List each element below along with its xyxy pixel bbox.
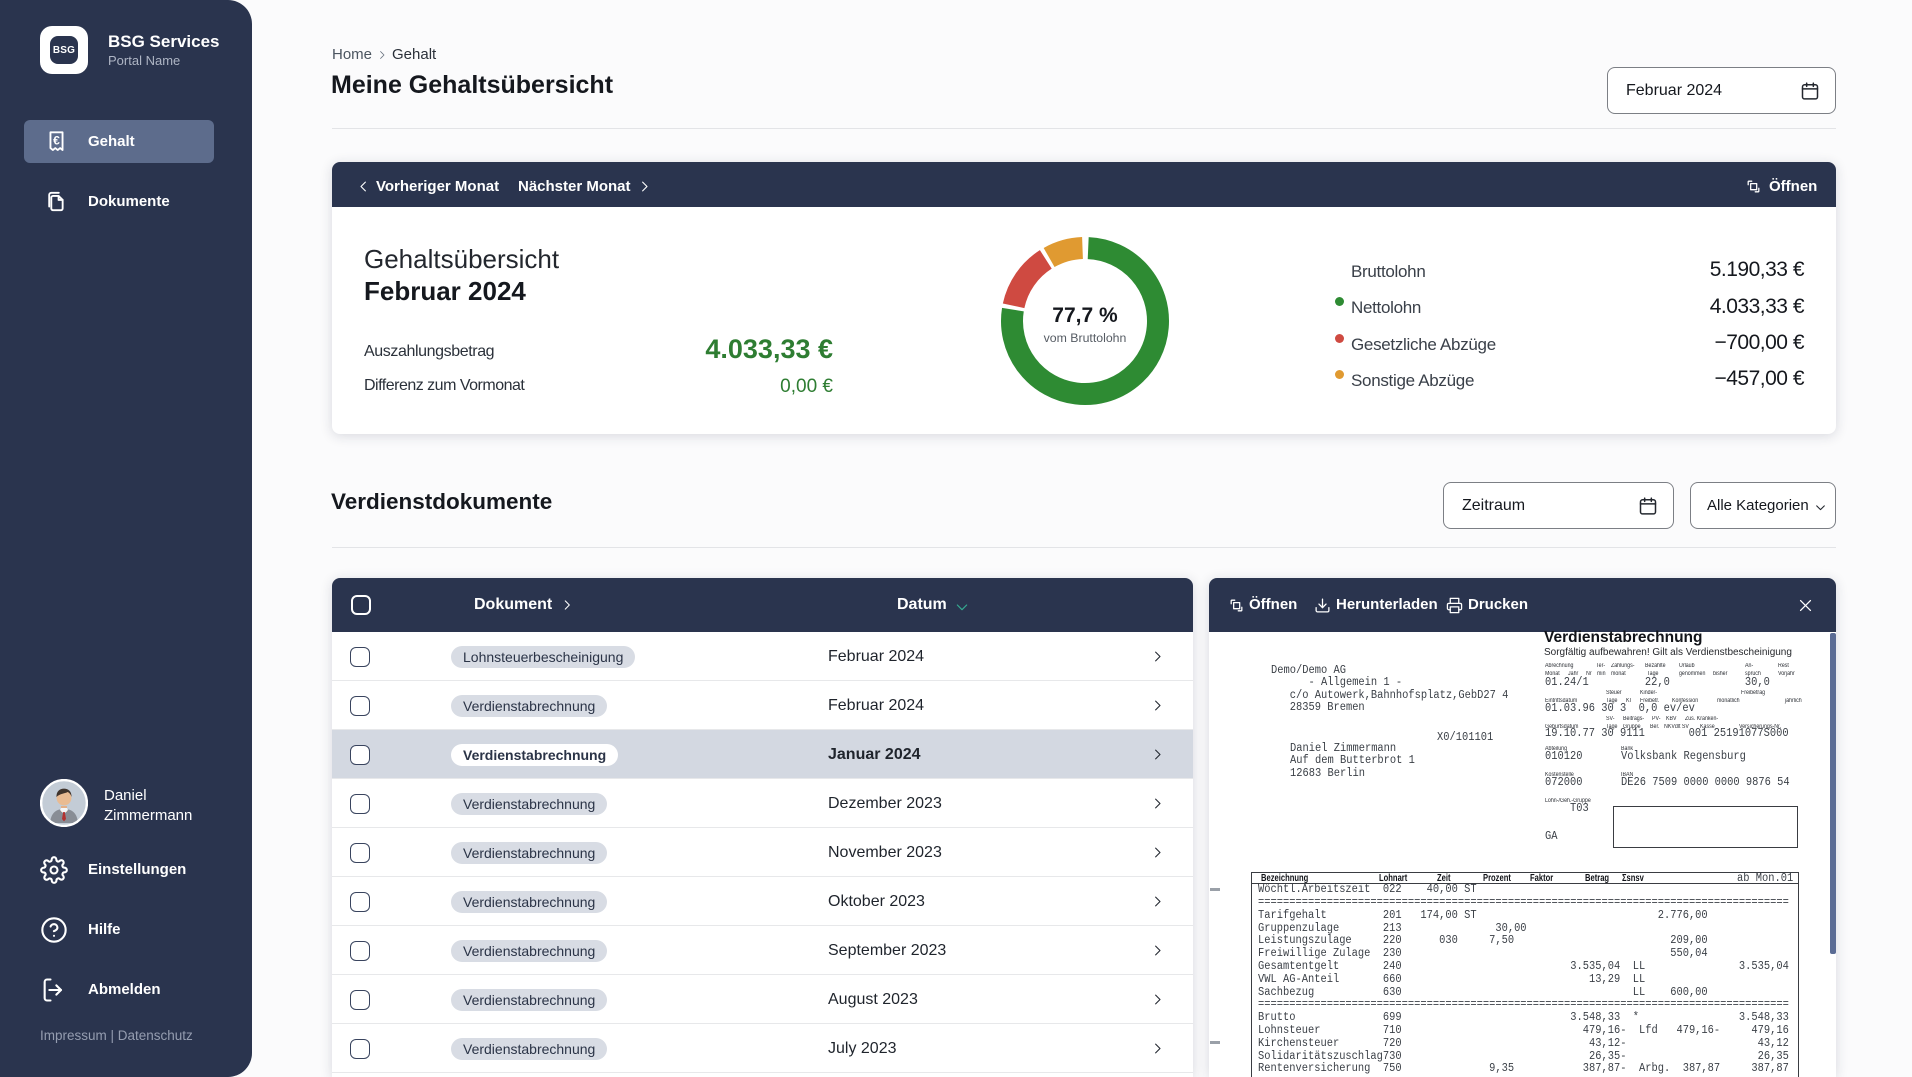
svg-text:€: € bbox=[53, 133, 60, 147]
